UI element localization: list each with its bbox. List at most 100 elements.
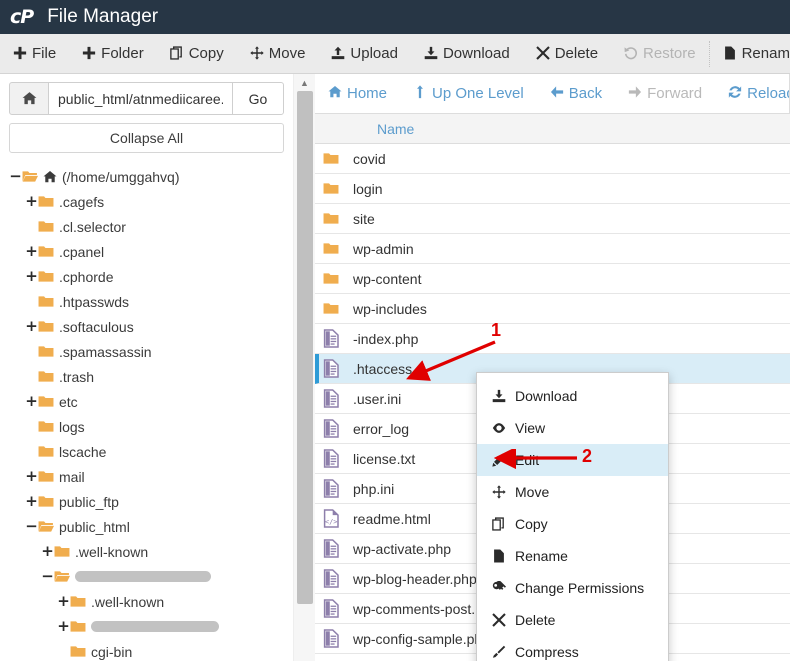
folder-icon — [323, 243, 339, 254]
arrow-right-icon — [628, 85, 642, 102]
tree-node-.cpanel[interactable]: + .cpanel — [9, 239, 284, 264]
nav-button-reload[interactable]: Reload — [715, 85, 789, 102]
file-doc-icon — [323, 359, 339, 378]
folder-icon — [38, 345, 54, 358]
scrollbar-thumb[interactable] — [297, 91, 313, 604]
tree-node-.softaculous[interactable]: + .softaculous — [9, 314, 284, 339]
context-menu-item-copy[interactable]: Copy — [477, 508, 668, 540]
folder-icon — [38, 346, 54, 357]
tree-node-redacted-label — [91, 621, 219, 632]
tree-node-cgi-bin[interactable]: cgi-bin — [9, 639, 284, 661]
nav-button-home[interactable]: Home — [315, 85, 400, 102]
column-header-name[interactable]: Name — [315, 114, 790, 144]
file-row[interactable]: covid — [315, 144, 790, 174]
toolbar-button-file[interactable]: File — [0, 34, 69, 73]
folder-icon — [323, 212, 353, 225]
tree-toggle-icon[interactable]: + — [25, 319, 38, 334]
file-name-label: covid — [353, 150, 386, 167]
collapse-all-button[interactable]: Collapse All — [9, 123, 284, 153]
toolbar-button-upload[interactable]: Upload — [318, 34, 411, 73]
file-doc-icon — [323, 449, 353, 468]
nav-button-up-one-level[interactable]: Up One Level — [400, 85, 537, 102]
tree-node-.cl.selector[interactable]: .cl.selector — [9, 214, 284, 239]
tree-node-label: .well-known — [91, 593, 165, 610]
tree-toggle-icon[interactable]: + — [25, 194, 38, 209]
tree-node-public_html[interactable]: − public_html — [9, 514, 284, 539]
tree-node-.well-known[interactable]: + .well-known — [9, 589, 284, 614]
file-row[interactable]: wp-includes — [315, 294, 790, 324]
toolbar-button-download[interactable]: Download — [411, 34, 523, 73]
tree-node-label: .cphorde — [59, 268, 114, 285]
file-context-menu: Download View Edit Move Copy Rename Change Per… — [476, 372, 669, 661]
go-button[interactable]: Go — [232, 82, 284, 115]
context-menu-item-rename[interactable]: Rename — [477, 540, 668, 572]
context-menu-item-move[interactable]: Move — [477, 476, 668, 508]
file-row[interactable]: wp-content — [315, 264, 790, 294]
scroll-up-arrow-icon[interactable]: ▲ — [294, 74, 315, 91]
tree-toggle-icon[interactable]: − — [41, 569, 54, 584]
tree-node-public_ftp[interactable]: + public_ftp — [9, 489, 284, 514]
tree-toggle-icon[interactable]: − — [25, 519, 38, 534]
tree-node-mail[interactable]: + mail — [9, 464, 284, 489]
tree-node-.cagefs[interactable]: + .cagefs — [9, 189, 284, 214]
file-name-label: license.txt — [353, 450, 416, 467]
toolbar-button-delete[interactable]: Delete — [523, 34, 611, 73]
tree-toggle-icon[interactable]: + — [25, 244, 38, 259]
tree-node-redacted[interactable]: − — [9, 564, 284, 589]
context-menu-item-change-permissions[interactable]: Change Permissions — [477, 572, 668, 604]
tree-toggle-icon[interactable]: + — [41, 544, 54, 559]
context-menu-item-view[interactable]: View — [477, 412, 668, 444]
tree-node-.trash[interactable]: .trash — [9, 364, 284, 389]
tree-node-.htpasswds[interactable]: .htpasswds — [9, 289, 284, 314]
file-row[interactable]: site — [315, 204, 790, 234]
context-menu-item-label: Download — [515, 388, 578, 404]
tree-node-etc[interactable]: + etc — [9, 389, 284, 414]
context-menu-item-delete[interactable]: Delete — [477, 604, 668, 636]
tree-node-homeumggahvq[interactable]: − (/home/umggahvq) — [9, 164, 284, 189]
tree-toggle-icon[interactable]: − — [9, 169, 22, 184]
key-icon — [492, 581, 506, 590]
toolbar-button-folder[interactable]: Folder — [69, 34, 157, 73]
context-menu-item-compress[interactable]: Compress — [477, 636, 668, 661]
tree-node-.cphorde[interactable]: + .cphorde — [9, 264, 284, 289]
tree-toggle-icon[interactable]: + — [25, 469, 38, 484]
tree-node-.well-known[interactable]: + .well-known — [9, 539, 284, 564]
context-menu-item-edit[interactable]: Edit — [477, 444, 668, 476]
folder-icon — [38, 196, 54, 207]
folder-icon — [38, 270, 54, 283]
folder-icon — [323, 302, 353, 315]
tree-node-redacted[interactable]: + — [9, 614, 284, 639]
tree-toggle-icon[interactable]: + — [57, 594, 70, 609]
plus-icon — [13, 46, 27, 62]
home-path-button[interactable] — [9, 82, 49, 115]
toolbar-button-rename[interactable]: Rename — [710, 34, 790, 73]
home-icon — [43, 170, 57, 184]
folder-icon — [38, 421, 54, 432]
sidebar-scrollbar[interactable]: ▲ — [293, 74, 315, 661]
file-row[interactable]: -index.php — [315, 324, 790, 354]
body-split: Go Collapse All − (/home/umggahvq) + .cagef… — [0, 74, 790, 661]
folder-icon — [38, 395, 54, 408]
file-name-label: wp-includes — [353, 300, 427, 317]
tree-node-.spamassassin[interactable]: .spamassassin — [9, 339, 284, 364]
folder-icon — [38, 296, 54, 307]
file-name-label: site — [353, 210, 375, 227]
path-input[interactable] — [49, 82, 232, 115]
copy-icon — [491, 517, 507, 531]
tree-toggle-icon[interactable]: + — [25, 494, 38, 509]
tree-toggle-icon[interactable]: + — [57, 619, 70, 634]
tree-node-lscache[interactable]: lscache — [9, 439, 284, 464]
context-menu-item-download[interactable]: Download — [477, 380, 668, 412]
file-row[interactable]: login — [315, 174, 790, 204]
file-row[interactable]: wp-admin — [315, 234, 790, 264]
tree-toggle-icon[interactable]: + — [25, 269, 38, 284]
download-icon — [424, 46, 438, 62]
toolbar-button-label: Upload — [350, 45, 398, 62]
nav-button-back[interactable]: Back — [537, 85, 615, 102]
file-name-label: .user.ini — [353, 390, 402, 407]
tree-node-logs[interactable]: logs — [9, 414, 284, 439]
toolbar-button-copy[interactable]: Copy — [157, 34, 237, 73]
toolbar-button-move[interactable]: Move — [237, 34, 319, 73]
tree-toggle-icon[interactable]: + — [25, 394, 38, 409]
folder-icon — [38, 470, 54, 483]
